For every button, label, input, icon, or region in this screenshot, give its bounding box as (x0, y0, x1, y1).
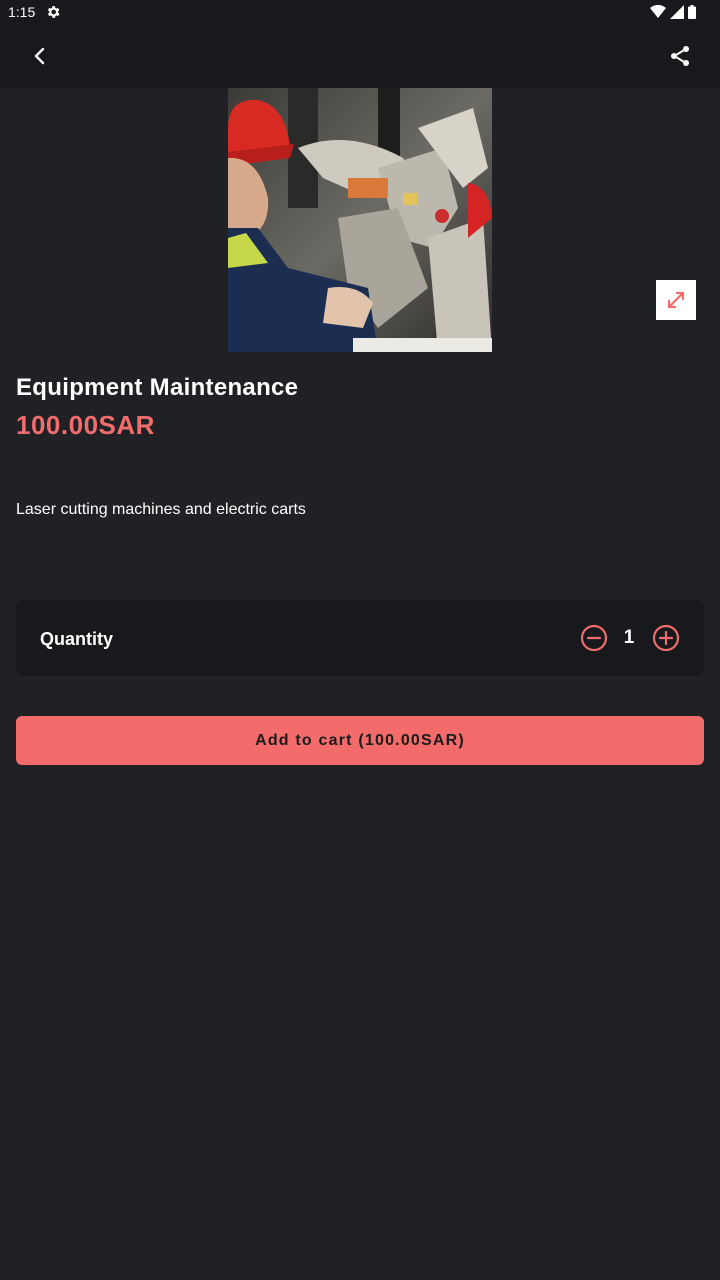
share-icon (671, 46, 689, 66)
product-title: Equipment Maintenance (16, 374, 299, 401)
quantity-label: Quantity (40, 629, 114, 649)
product-image (228, 88, 492, 352)
factory-worker-photo (228, 88, 492, 352)
product-price: 100.00SAR (16, 410, 155, 440)
back-button[interactable] (16, 32, 64, 80)
expand-icon (667, 291, 685, 309)
status-bar: 1:15 (0, 0, 720, 24)
decrease-quantity-button[interactable] (578, 622, 610, 654)
share-button[interactable] (656, 32, 704, 80)
quantity-value: 1 (623, 627, 635, 648)
chevron-left-icon (34, 47, 45, 65)
wifi-icon (650, 5, 666, 18)
settings-gear-icon (47, 6, 60, 18)
expand-image-button[interactable] (656, 280, 696, 320)
battery-icon (688, 5, 696, 19)
add-to-cart-button[interactable]: Add to cart (100.00SAR) (16, 716, 704, 765)
app-bar (0, 24, 720, 88)
product-description: Laser cutting machines and electric cart… (16, 501, 306, 518)
signal-icon (670, 5, 684, 19)
status-time: 1:15 (8, 4, 36, 20)
increase-quantity-button[interactable] (650, 622, 682, 654)
status-icons (650, 4, 696, 20)
quantity-stepper: Quantity 1 (16, 600, 704, 676)
